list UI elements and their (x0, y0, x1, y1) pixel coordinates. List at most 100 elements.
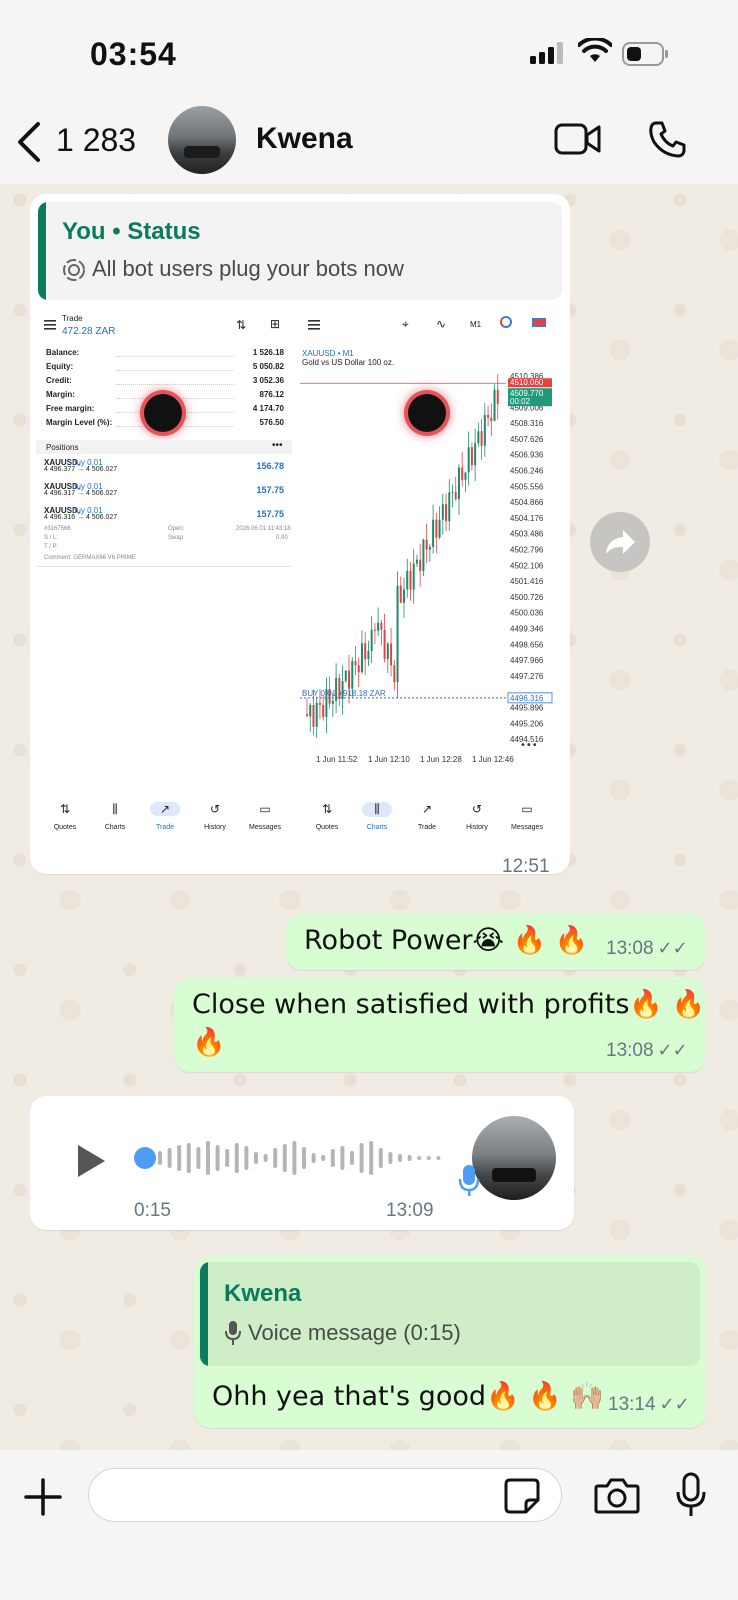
candle-body (331, 700, 334, 704)
play-icon[interactable] (76, 1144, 106, 1178)
candle-body (415, 559, 418, 564)
waveform-bar (254, 1152, 258, 1164)
position-profit: 157.75 (256, 509, 284, 519)
app-nav-label[interactable]: Trade (144, 824, 186, 831)
waveform-bar (244, 1146, 249, 1170)
message-bubble[interactable]: Robot Power😭 🔥 🔥 13:08 ✓✓ (286, 914, 706, 970)
contact-name[interactable]: Kwena (256, 122, 353, 156)
chart-menu-icon (308, 320, 320, 330)
candle-body (451, 491, 454, 493)
price-tick-label: 4500.036 (510, 609, 544, 618)
account-row-value: 1 526.18 (252, 348, 284, 357)
price-tick-label: 4498.656 (510, 640, 544, 649)
candle-body (461, 467, 464, 480)
mic-badge-icon (458, 1165, 480, 1196)
signal-icon (530, 42, 563, 64)
price-tick-label: 4500.726 (510, 593, 544, 602)
candle-body (432, 519, 435, 547)
app-nav-icon: ▭ (259, 802, 271, 816)
app-nav-label[interactable]: Quotes (44, 824, 86, 831)
price-tick-label: 4499.346 (510, 624, 544, 633)
time-tick-label: 1 Jun 12:28 (420, 755, 462, 764)
waveform-bar (206, 1141, 210, 1175)
candle-body (386, 643, 389, 659)
message-bubble[interactable]: Close when satisfied with profits🔥 🔥 🔥 1… (174, 978, 706, 1072)
composer-bar (0, 1450, 738, 1600)
waveform-bar (378, 1148, 383, 1168)
playback-scrubber[interactable] (134, 1147, 156, 1169)
mic-icon[interactable] (676, 1472, 706, 1518)
candle-body (438, 519, 441, 538)
message-input[interactable] (88, 1468, 562, 1522)
app-nav-icon: ⇅ (321, 802, 333, 816)
flag-icon (532, 318, 546, 327)
reply-quote-title: Kwena (224, 1280, 302, 1307)
candle-body (306, 714, 308, 717)
waveform-bar (167, 1148, 172, 1168)
candle-body (474, 443, 477, 466)
reply-quote[interactable]: Kwena Voice message (0:15) (200, 1262, 700, 1366)
waveform-bar (234, 1143, 239, 1173)
detail-date: 2026.06.01 11:43:18 (236, 526, 291, 532)
video-call-icon[interactable] (554, 122, 602, 156)
app-nav-label[interactable]: Quotes (306, 824, 348, 831)
candle-body (448, 492, 451, 522)
waveform-bar (186, 1143, 191, 1173)
more-icon: ••• (272, 440, 283, 451)
waveform-bar (330, 1149, 335, 1167)
waveform-bar (398, 1154, 402, 1162)
camera-icon[interactable] (594, 1476, 640, 1514)
price-tick-label: 4503.486 (510, 530, 544, 539)
app-nav-label[interactable]: History (194, 824, 236, 831)
candle-body (406, 570, 409, 590)
unread-count[interactable]: 1 283 (56, 122, 136, 159)
message-time: 13:08 (606, 938, 654, 959)
buy-position-label: BUY 0.01 +918.18 ZAR (302, 689, 386, 698)
voice-waveform[interactable] (156, 1138, 456, 1178)
app-nav-label[interactable]: Charts (94, 824, 136, 831)
candlestick-chart[interactable]: BUY 0.01 +918.18 ZAR4510.3864509.0064508… (300, 344, 562, 804)
detail-swap-value: 0.00 (276, 535, 288, 541)
phone-call-icon[interactable] (648, 120, 686, 158)
candle-body (445, 504, 448, 522)
voice-sender-avatar (472, 1116, 556, 1200)
candle-body (357, 665, 360, 673)
account-row-value: 3 052.36 (252, 376, 284, 385)
voice-time: 13:09 (386, 1200, 434, 1221)
price-tick-label: 4505.556 (510, 482, 544, 491)
back-chevron-icon[interactable] (14, 120, 44, 164)
time-tick-label: 1 Jun 12:46 (472, 755, 514, 764)
price-tick-label: 4497.966 (510, 656, 544, 665)
status-screenshot-image[interactable]: Trade 472.28 ZAR ⇅ ⊞ Balance: 1 526.18 E… (36, 308, 562, 846)
candle-body (483, 414, 486, 446)
plus-icon[interactable] (24, 1478, 62, 1516)
waveform-bar (436, 1156, 441, 1160)
waveform-bar (417, 1156, 422, 1160)
reply-quote-text: Voice message (0:15) (248, 1320, 461, 1345)
red-marker-left (144, 394, 182, 432)
app-nav-label[interactable]: Trade (406, 824, 448, 831)
candle-body (467, 447, 470, 473)
contact-avatar[interactable] (168, 106, 236, 174)
price-tick-label: 4501.416 (510, 577, 544, 586)
sticker-icon[interactable] (504, 1478, 540, 1514)
waveform-bar (273, 1148, 278, 1168)
app-nav-label[interactable]: Messages (244, 824, 286, 831)
app-nav-label[interactable]: History (456, 824, 498, 831)
message-meta: 13:08 ✓✓ (606, 1040, 688, 1062)
status-icon (63, 259, 85, 281)
app-nav-label[interactable]: Messages (506, 824, 548, 831)
chart-more-icon[interactable]: ••• (520, 740, 538, 751)
forward-arrow-icon (606, 530, 635, 554)
status-quote[interactable]: You • Status All bot users plug your bot… (38, 202, 562, 300)
candle-body (383, 629, 386, 659)
app-nav-icon: ↗ (150, 802, 180, 816)
app-nav-icon: ↗ (421, 802, 433, 816)
candle-body (480, 431, 483, 446)
candle-body (393, 665, 396, 683)
candle-body (312, 704, 315, 727)
account-row-value: 5 050.82 (252, 362, 284, 371)
price-tick-label: 4506.936 (510, 451, 544, 460)
forward-button[interactable] (590, 512, 650, 572)
app-nav-label[interactable]: Charts (356, 824, 398, 831)
